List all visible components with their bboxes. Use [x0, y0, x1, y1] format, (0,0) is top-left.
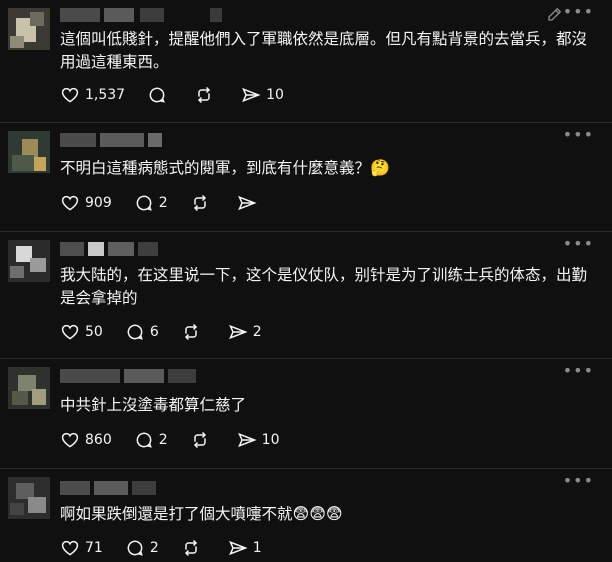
repost-icon — [193, 431, 206, 449]
reply-card: ••• 我大陆的，在这里说一下，这个是仪仗队，别针是为了训练士兵的体态，出勤是会… — [0, 232, 612, 358]
thinking-emoji: 🤔 — [370, 158, 390, 177]
repost-icon — [193, 194, 206, 212]
comment-button[interactable] — [147, 85, 172, 105]
repost-button[interactable] — [194, 85, 219, 105]
more-dots-icon[interactable]: ••• — [563, 234, 594, 253]
like-count: 909 — [85, 195, 112, 211]
comment-count: 2 — [158, 432, 168, 448]
action-bar: 1,537 10 — [60, 84, 306, 106]
avatar[interactable] — [8, 367, 50, 409]
share-count: 10 — [266, 87, 284, 103]
action-bar: 50 6 2 — [60, 321, 284, 343]
avatar[interactable] — [8, 8, 50, 50]
comment-bubble-icon — [127, 540, 143, 556]
repost-button[interactable] — [181, 538, 206, 558]
reply-card: ••• 不明白這種病態式的閱軍，到底有什麼意義？🤔 909 2 — [0, 123, 612, 231]
reply-text-content: 啊如果跌倒還是打了個大噴嚏不就 — [60, 505, 293, 523]
repost-button[interactable] — [190, 430, 215, 450]
comment-button[interactable]: 6 — [125, 322, 159, 342]
action-bar: 71 2 1 — [60, 537, 284, 559]
share-count: 2 — [252, 324, 262, 340]
heart-icon — [61, 87, 79, 103]
avatar[interactable] — [8, 131, 50, 173]
comment-count: 2 — [158, 195, 168, 211]
action-bar: 909 2 — [60, 192, 284, 214]
reply-text: 啊如果跌倒還是打了個大噴嚏不就😨😨😨 — [60, 502, 600, 526]
like-button[interactable]: 71 — [60, 538, 103, 558]
username-redacted[interactable] — [60, 242, 160, 256]
share-button[interactable] — [237, 193, 262, 213]
reply-text: 我大陆的，在这里说一下，这个是仪仗队，别针是为了训练士兵的体态，出勤是会拿掉的 — [60, 266, 588, 307]
like-count: 71 — [85, 540, 103, 556]
like-count: 860 — [85, 432, 112, 448]
username-redacted[interactable] — [60, 133, 190, 147]
heart-icon — [61, 195, 79, 211]
fearful-emoji: 😨😨😨 — [292, 504, 343, 523]
share-count: 10 — [261, 432, 280, 448]
comment-bubble-icon — [127, 324, 143, 340]
reply-card: ••• 啊如果跌倒還是打了個大噴嚏不就😨😨😨 71 2 1 — [0, 469, 612, 562]
avatar[interactable] — [8, 240, 50, 282]
username-redacted[interactable] — [60, 8, 222, 22]
share-button[interactable]: 1 — [228, 538, 262, 558]
share-count: 1 — [252, 540, 262, 556]
more-dots-icon[interactable]: ••• — [563, 125, 594, 144]
more-dots-icon[interactable]: ••• — [563, 2, 594, 21]
share-button[interactable]: 2 — [228, 322, 262, 342]
heart-icon — [61, 324, 79, 340]
share-send-icon — [237, 432, 257, 448]
comment-count: 6 — [149, 324, 159, 340]
share-send-icon — [237, 195, 257, 211]
like-button[interactable]: 50 — [60, 322, 103, 342]
share-send-icon — [228, 540, 248, 556]
reply-text: 這個叫低賤針，提醒他們入了軍職依然是底層。但凡有點背景的去當兵，都沒用過這種東西… — [60, 30, 588, 71]
avatar[interactable] — [8, 477, 50, 519]
like-count: 50 — [85, 324, 103, 340]
reply-text-content: 不明白這種病態式的閱軍，到底有什麼意義？ — [60, 159, 371, 177]
share-button[interactable]: 10 — [237, 430, 280, 450]
username-redacted[interactable] — [60, 481, 160, 495]
more-dots-icon[interactable]: ••• — [563, 361, 594, 380]
repost-button[interactable] — [181, 322, 206, 342]
more-dots-icon[interactable]: ••• — [563, 471, 594, 490]
action-bar: 860 2 10 — [60, 429, 301, 451]
heart-icon — [61, 432, 79, 448]
repost-icon — [184, 323, 197, 341]
like-button[interactable]: 1,537 — [60, 85, 125, 105]
like-count: 1,537 — [85, 87, 126, 103]
share-send-icon — [242, 87, 261, 103]
comment-button[interactable]: 2 — [125, 538, 159, 558]
comment-button[interactable]: 2 — [134, 193, 168, 213]
comment-bubble-icon — [136, 432, 152, 448]
reply-card: ••• 這個叫低賤針，提醒他們入了軍職依然是底層。但凡有點背景的去當兵，都沒用過… — [0, 0, 612, 122]
repost-icon — [198, 86, 211, 104]
pencil-icon[interactable] — [546, 5, 564, 27]
comment-bubble-icon — [149, 87, 165, 103]
reply-text: 中共針上沒塗毒都算仁慈了 — [60, 396, 247, 414]
username-redacted[interactable] — [60, 369, 200, 383]
heart-icon — [61, 540, 79, 556]
share-button[interactable]: 10 — [241, 85, 284, 105]
comment-button[interactable]: 2 — [134, 430, 168, 450]
comment-bubble-icon — [136, 195, 152, 211]
repost-button[interactable] — [190, 193, 215, 213]
like-button[interactable]: 909 — [60, 193, 112, 213]
reply-text: 不明白這種病態式的閱軍，到底有什麼意義？🤔 — [60, 156, 600, 180]
reply-card: ••• 中共針上沒塗毒都算仁慈了 860 2 10 — [0, 359, 612, 468]
repost-icon — [184, 539, 197, 557]
share-send-icon — [228, 324, 248, 340]
comment-count: 2 — [149, 540, 159, 556]
like-button[interactable]: 860 — [60, 430, 112, 450]
